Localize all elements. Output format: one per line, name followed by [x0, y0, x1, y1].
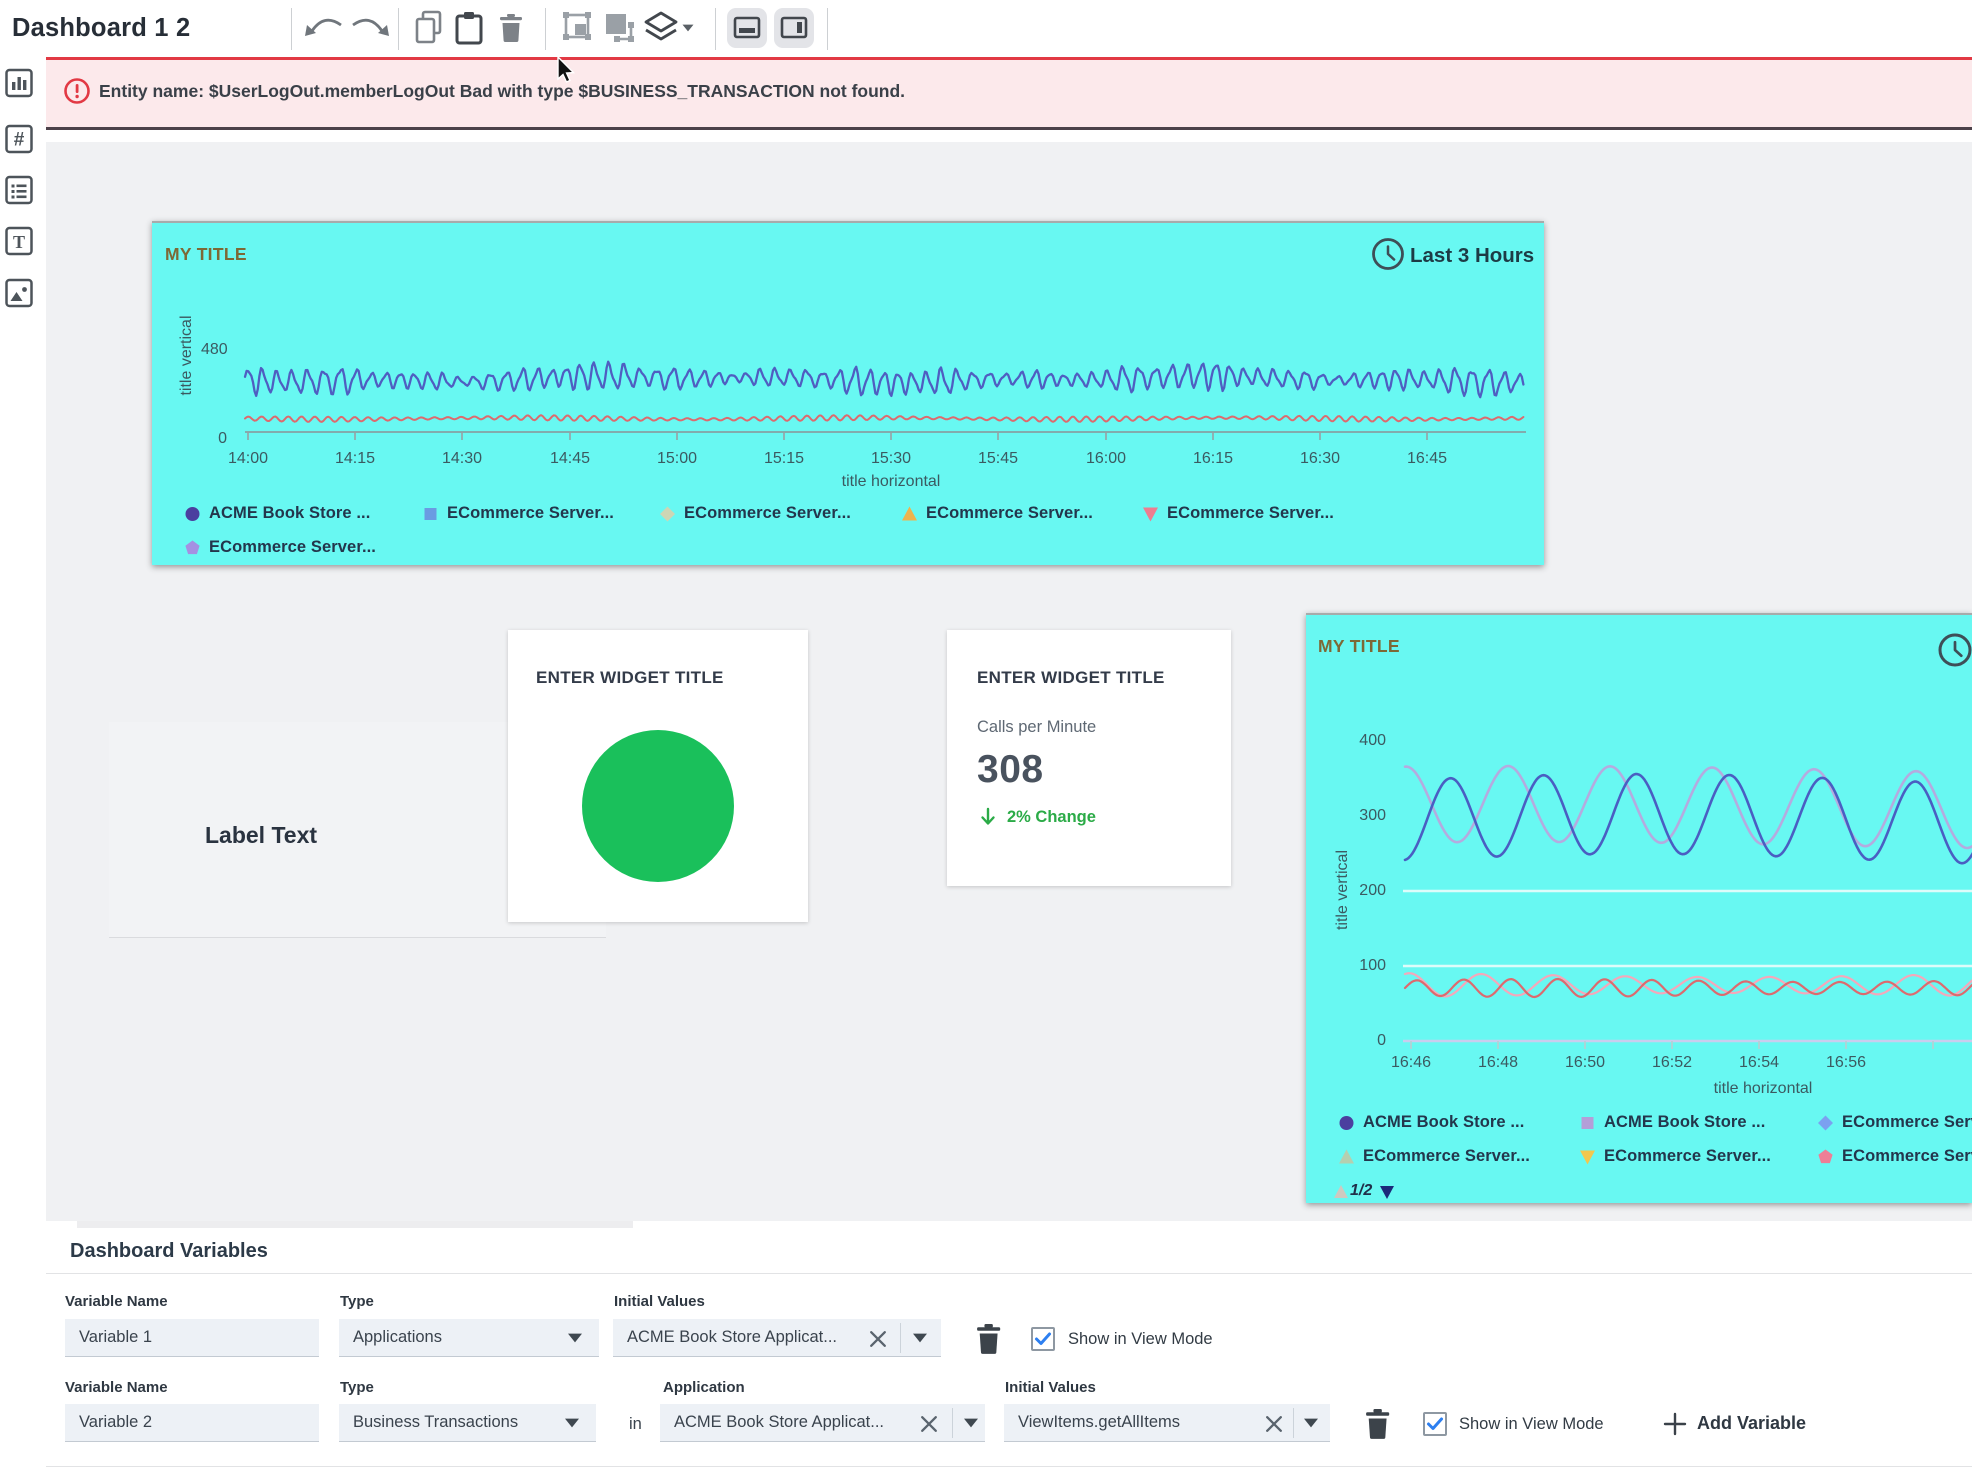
- svg-text:#: #: [14, 130, 25, 151]
- svg-text:T: T: [13, 232, 25, 252]
